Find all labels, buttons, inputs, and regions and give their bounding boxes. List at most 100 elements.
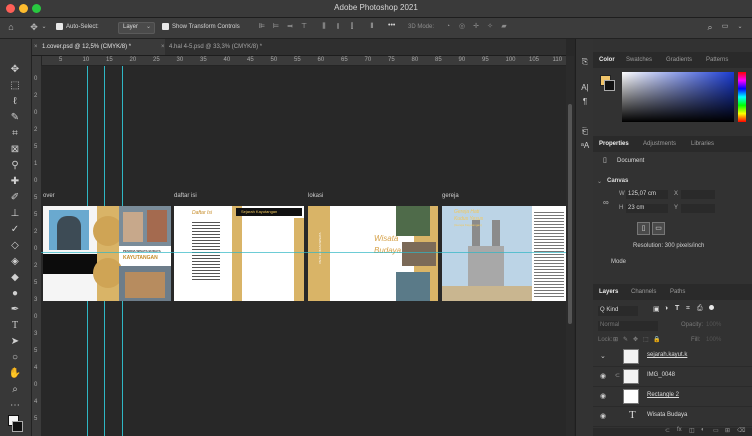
home-icon[interactable]: ⌂ xyxy=(7,23,15,32)
lasso-tool-icon[interactable]: ℓ xyxy=(8,95,22,108)
edit-toolbar-icon[interactable]: ⋯ xyxy=(8,399,22,412)
slide-3d-icon[interactable]: ✧ xyxy=(486,23,494,31)
link-layers-icon[interactable]: ⊂ xyxy=(665,427,670,434)
align-center-icon[interactable]: ⊨ xyxy=(272,23,280,31)
pen-tool-icon[interactable]: ✒ xyxy=(8,303,22,316)
align-top-icon[interactable]: ⊤ xyxy=(300,23,308,31)
layer-style-icon[interactable]: fx xyxy=(677,427,682,433)
move-tool-icon[interactable]: ✥ xyxy=(8,63,22,76)
tab-cover-psd[interactable]: × 1.cover.psd @ 12,5% (CMYK/8) * xyxy=(32,39,165,55)
filter-toggle-icon[interactable] xyxy=(709,305,714,310)
path-selection-tool-icon[interactable]: ➤ xyxy=(8,335,22,348)
filter-adjustment-icon[interactable]: ◑ xyxy=(664,305,668,312)
tab-swatches[interactable]: Swatches xyxy=(626,52,652,68)
layer-filter-dropdown[interactable]: Q Kind xyxy=(598,306,638,316)
layer-row[interactable]: ⌄ sejarah.kayut.k xyxy=(593,346,752,367)
hand-tool-icon[interactable]: ✋ xyxy=(8,367,22,380)
artboard-label-gereja[interactable]: gereja xyxy=(442,193,459,199)
artboard-label-cover[interactable]: over xyxy=(43,193,55,199)
tab-adjustments[interactable]: Adjustments xyxy=(643,136,676,152)
height-field[interactable]: 23 cm xyxy=(626,204,668,213)
tab-patterns[interactable]: Patterns xyxy=(706,52,728,68)
horizontal-ruler[interactable]: 5 10 15 20 25 30 35 40 45 50 55 60 65 70 75 80 85 90 95 100… xyxy=(41,56,566,66)
tab-color[interactable]: Color xyxy=(599,52,615,68)
lock-pixels-icon[interactable]: ⊞ xyxy=(613,336,618,343)
orbit-3d-icon[interactable]: ◔ xyxy=(444,23,452,31)
more-options-button[interactable]: ••• xyxy=(388,22,395,29)
glyphs-icon[interactable]: ⎗ xyxy=(580,127,590,137)
close-icon[interactable]: × xyxy=(161,39,165,55)
healing-brush-tool-icon[interactable]: ✚ xyxy=(8,175,22,188)
layer-row[interactable]: ◉ ⊂ IMG_0048 xyxy=(593,366,752,387)
layer-name[interactable]: IMG_0048 xyxy=(647,372,675,378)
fill-field[interactable]: 100% xyxy=(706,337,721,343)
auto-select-dropdown[interactable]: Layer ⌄ xyxy=(118,22,155,34)
eye-icon[interactable]: ◉ xyxy=(600,392,606,400)
close-icon[interactable]: × xyxy=(34,39,38,55)
landscape-orientation-button[interactable]: ▭ xyxy=(652,222,665,235)
foreground-color-swatch[interactable] xyxy=(12,421,23,432)
background-color-chip[interactable] xyxy=(604,80,615,91)
auto-select-checkbox[interactable] xyxy=(56,23,63,30)
portrait-orientation-button[interactable]: ▯ xyxy=(637,222,650,235)
clone-stamp-tool-icon[interactable]: ⊥ xyxy=(8,207,22,220)
opacity-field[interactable]: 100% xyxy=(706,322,721,328)
new-layer-icon[interactable]: ⊞ xyxy=(725,427,730,434)
chevron-down-icon[interactable]: ⌄ xyxy=(40,23,48,31)
blur-tool-icon[interactable]: ◆ xyxy=(8,271,22,284)
distribute-horizontal-icon[interactable]: ⫴ xyxy=(368,23,376,31)
paragraph-icon[interactable]: ¶ xyxy=(580,97,590,107)
color-picker-field[interactable] xyxy=(622,72,734,122)
history-icon[interactable]: ⎘ xyxy=(580,57,590,67)
artboard-cover[interactable]: PESONA WISATA BUDAYA KAYUTANGAN xyxy=(43,206,171,301)
layer-row[interactable]: ◉ Rectangle 2 xyxy=(593,386,752,407)
x-field[interactable] xyxy=(681,190,715,199)
tab-channels[interactable]: Channels xyxy=(631,284,656,300)
scrollbar-thumb[interactable] xyxy=(568,104,572,324)
layer-name[interactable]: Wisata Budaya xyxy=(647,412,687,418)
marquee-tool-icon[interactable]: ⬚ xyxy=(8,79,22,92)
artboard-daftar-isi[interactable]: Daftar Isi Sejarah Kayutangan xyxy=(174,206,304,301)
tab-libraries[interactable]: Libraries xyxy=(691,136,714,152)
dodge-tool-icon[interactable]: ● xyxy=(8,287,22,300)
horizontal-guide-line[interactable] xyxy=(41,252,566,253)
link-dimensions-icon[interactable]: ∞ xyxy=(603,198,609,207)
delete-layer-icon[interactable]: ⌫ xyxy=(737,427,745,434)
new-group-icon[interactable]: ▭ xyxy=(713,427,719,434)
pan-3d-icon[interactable]: ✛ xyxy=(472,23,480,31)
tab-hal-4-5-psd[interactable]: × 4.hal 4-5.psd @ 33,3% (CMYK/8) * xyxy=(159,39,309,55)
chevron-down-icon[interactable]: ⌄ xyxy=(736,23,744,31)
tab-gradients[interactable]: Gradients xyxy=(666,52,692,68)
eye-icon[interactable]: ◉ xyxy=(600,412,606,420)
artboard-gereja[interactable]: Gereja Hati Kudus Yesus (Gereja Kayutang… xyxy=(442,206,566,301)
crop-tool-icon[interactable]: ⌗ xyxy=(8,127,22,140)
artboard-lokasi[interactable]: PETA LOKASI WISATA Wisata Budaya xyxy=(308,206,438,301)
lock-all-icon[interactable]: 🔒 xyxy=(653,336,660,343)
filter-smart-object-icon[interactable]: ⎙ xyxy=(697,305,703,313)
eye-icon[interactable]: ◉ xyxy=(600,372,606,380)
brush-tool-icon[interactable]: ✐ xyxy=(8,191,22,204)
quick-selection-tool-icon[interactable]: ✎ xyxy=(8,111,22,124)
distribute-center-icon[interactable]: ⫾ xyxy=(334,23,342,31)
tab-paths[interactable]: Paths xyxy=(670,284,685,300)
history-brush-tool-icon[interactable]: ✓ xyxy=(8,223,22,236)
distribute-bottom-icon[interactable]: ⫿ xyxy=(348,23,356,31)
shape-tool-icon[interactable]: ○ xyxy=(8,351,22,364)
zoom-tool-icon[interactable]: ⌕ xyxy=(8,383,22,396)
width-field[interactable]: 125,07 cm xyxy=(626,190,668,199)
character-styles-icon[interactable]: ᵃA xyxy=(580,141,590,151)
adjustment-layer-icon[interactable]: ◐ xyxy=(701,427,705,433)
transform-controls-checkbox[interactable] xyxy=(162,23,169,30)
lock-position-icon[interactable]: ✥ xyxy=(633,336,638,343)
blend-mode-dropdown[interactable]: Normal xyxy=(598,321,658,331)
tab-layers[interactable]: Layers xyxy=(599,284,618,300)
hue-slider[interactable] xyxy=(738,72,746,122)
tab-properties[interactable]: Properties xyxy=(599,136,629,152)
vertical-scrollbar[interactable] xyxy=(566,56,574,436)
add-mask-icon[interactable]: ◫ xyxy=(689,427,695,434)
chevron-down-icon[interactable]: ⌄ xyxy=(600,352,606,360)
distribute-icon[interactable]: ⫼ xyxy=(320,23,328,31)
search-icon[interactable]: ⌕ xyxy=(706,23,714,32)
align-left-icon[interactable]: ⊫ xyxy=(258,23,266,31)
eraser-tool-icon[interactable]: ◇ xyxy=(8,239,22,252)
